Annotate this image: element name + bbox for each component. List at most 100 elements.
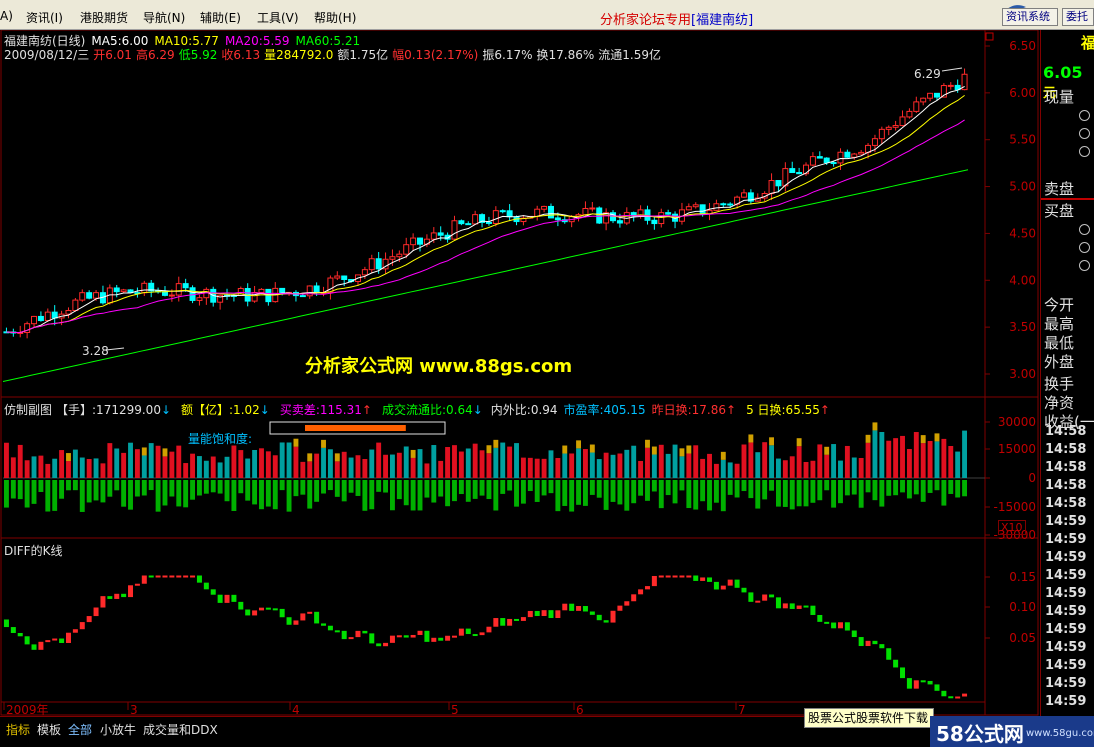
sub1-up-bar bbox=[810, 460, 816, 478]
down-arrow-icon: ↓ bbox=[160, 403, 172, 417]
sub1-down-bar bbox=[679, 480, 685, 491]
sub1-cap-bar bbox=[334, 453, 340, 462]
candle-body bbox=[844, 151, 851, 158]
radio-dot-icon[interactable] bbox=[1079, 128, 1090, 139]
panel-label-bid: 买盘 bbox=[1044, 202, 1075, 220]
menu-item-news[interactable]: 资讯(I) bbox=[26, 9, 63, 26]
sub1-up-bar bbox=[589, 452, 595, 478]
sub1-tick-label: 30000 bbox=[998, 415, 1036, 429]
sub1-down-bar bbox=[941, 480, 947, 506]
candle-body bbox=[258, 288, 265, 293]
trade-button[interactable]: 委托 bbox=[1062, 8, 1094, 26]
sub1-down-bar bbox=[844, 480, 850, 496]
sub1-cap-bar bbox=[824, 446, 830, 455]
diff-candle bbox=[596, 614, 602, 621]
sub1-up-bar bbox=[576, 448, 581, 478]
sub1-down-bar bbox=[210, 480, 216, 493]
diff-candle bbox=[762, 594, 768, 601]
diff-candle bbox=[465, 628, 471, 635]
sub1-up-bar bbox=[259, 448, 264, 478]
menu-item-assist[interactable]: 辅助(E) bbox=[200, 9, 241, 26]
diff-candle bbox=[658, 575, 664, 578]
tab-volume-ddx[interactable]: 成交量和DDX bbox=[143, 721, 218, 738]
panel-label-volume: 现量 bbox=[1044, 88, 1075, 106]
menu-item-a[interactable]: A) bbox=[0, 9, 13, 23]
tab-xiaofangniu[interactable]: 小放牛 bbox=[100, 721, 136, 738]
change: 幅0.13(2.17%) bbox=[392, 48, 479, 62]
sub1-up-bar bbox=[514, 443, 519, 478]
candle-body bbox=[451, 220, 458, 240]
menu-item-hk-futures[interactable]: 港股期货 bbox=[80, 9, 128, 26]
diff-candle bbox=[872, 640, 878, 645]
info-system-button[interactable]: 资讯系统 bbox=[1002, 8, 1058, 26]
diff-candle bbox=[507, 618, 513, 626]
candle-body bbox=[299, 295, 306, 298]
candle-body bbox=[871, 138, 878, 146]
menu-item-help[interactable]: 帮助(H) bbox=[314, 9, 356, 26]
candle-body bbox=[913, 101, 920, 112]
sub1-up-bar bbox=[403, 446, 409, 478]
ad-banner[interactable]: 股票公式股票软件下载 bbox=[804, 708, 934, 728]
sub1-up-bar bbox=[169, 451, 175, 478]
sub1-down-bar bbox=[879, 480, 885, 507]
candle-body bbox=[113, 287, 120, 293]
sub1-up-bar bbox=[190, 453, 195, 478]
candle-body bbox=[341, 275, 348, 281]
sub1-down-bar bbox=[776, 480, 781, 507]
sub1-down-bar bbox=[327, 480, 333, 491]
tab-all[interactable]: 全部 bbox=[68, 721, 92, 738]
candle-body bbox=[858, 151, 865, 155]
sub1-down-bar bbox=[59, 480, 65, 499]
radio-dot-icon[interactable] bbox=[1079, 224, 1090, 235]
sub1-down-bar bbox=[927, 480, 933, 493]
diff-candle bbox=[417, 630, 423, 635]
diff-candle bbox=[548, 610, 554, 619]
diff-candle bbox=[472, 634, 478, 637]
candle-body bbox=[727, 203, 734, 206]
sub1-down-bar bbox=[245, 480, 251, 501]
menu-item-navigate[interactable]: 导航(N) bbox=[143, 9, 185, 26]
radio-dot-icon[interactable] bbox=[1079, 146, 1090, 157]
candle-body bbox=[410, 237, 417, 246]
menu-item-tools[interactable]: 工具(V) bbox=[257, 9, 299, 26]
candle-body bbox=[175, 283, 182, 296]
candle-body bbox=[933, 92, 940, 98]
sub1-down-bar bbox=[948, 480, 954, 494]
diff-candle bbox=[541, 610, 547, 617]
down-arrow-icon: ↓ bbox=[259, 403, 270, 417]
sub1-up-bar bbox=[831, 444, 837, 478]
sub1-down-bar bbox=[693, 480, 699, 510]
sub1-up-bar bbox=[906, 449, 912, 478]
sub1-up-bar bbox=[286, 442, 292, 478]
radio-dot-icon[interactable] bbox=[1079, 110, 1090, 121]
radio-dot-icon[interactable] bbox=[1079, 260, 1090, 271]
diff-candle bbox=[362, 630, 368, 634]
sub1-up-bar bbox=[162, 456, 168, 478]
sub1-down-bar bbox=[314, 480, 320, 502]
radio-dot-icon[interactable] bbox=[1079, 242, 1090, 253]
candle-body bbox=[740, 192, 747, 198]
sub1-unit: X10 bbox=[998, 520, 1026, 535]
sub1-up-bar bbox=[383, 454, 388, 478]
diff-candle bbox=[672, 575, 678, 578]
bar-date: 2009/08/12/三 bbox=[4, 48, 90, 62]
tab-indicator[interactable]: 指标 bbox=[6, 721, 30, 738]
sub1-pe: 市盈率:405.15 bbox=[563, 403, 646, 417]
ma5-line bbox=[6, 85, 965, 334]
sub1-cap-bar bbox=[66, 453, 71, 462]
sub1-down-bar bbox=[748, 480, 754, 499]
diff-candle bbox=[451, 635, 457, 638]
x-axis-label: 5 bbox=[451, 703, 459, 716]
sub1-down-bar bbox=[252, 480, 258, 505]
candle-body bbox=[920, 97, 927, 103]
sub1-up-bar bbox=[238, 450, 244, 478]
panel-trade-time: 14:59 bbox=[1045, 604, 1087, 619]
sub1-down-bar bbox=[272, 480, 278, 510]
tab-template[interactable]: 模板 bbox=[37, 721, 61, 738]
sub1-up-bar bbox=[872, 430, 878, 478]
diff-candle bbox=[948, 696, 954, 699]
diff-candle bbox=[389, 635, 395, 643]
diff-candle bbox=[224, 594, 230, 603]
candle-body bbox=[554, 217, 561, 221]
chart-area[interactable]: 6.50 6.00 5.50 5.00 4.50 4.00 3.50 3.00 30000 150… bbox=[0, 30, 1040, 716]
